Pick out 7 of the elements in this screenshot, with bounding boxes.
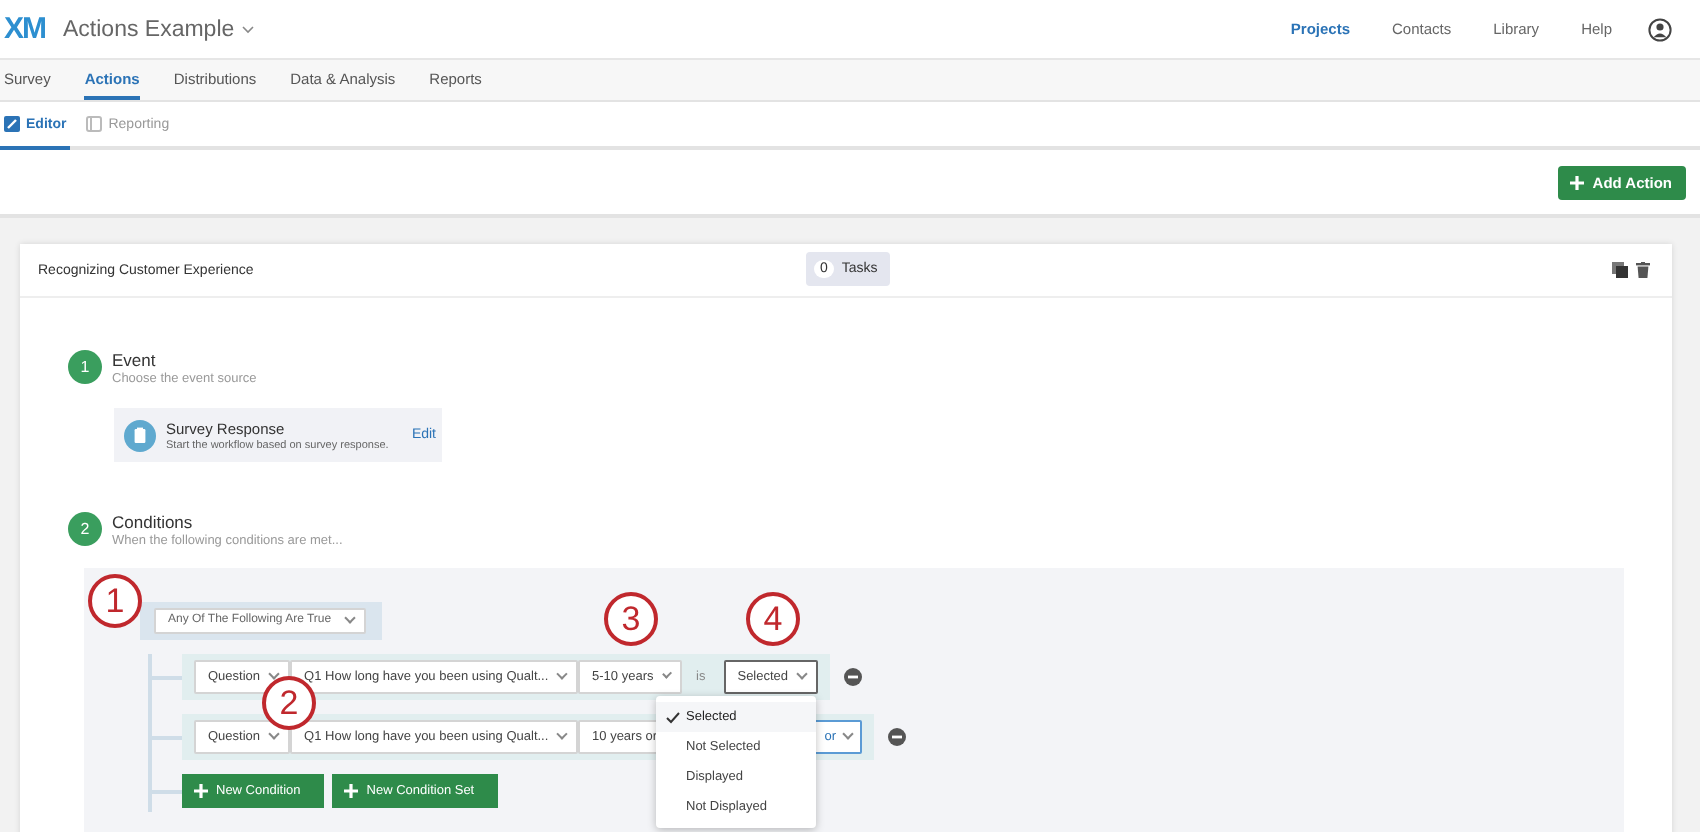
step-title: Conditions xyxy=(112,512,195,532)
step-number: 2 xyxy=(68,512,102,546)
annotation-marker: 4 xyxy=(746,592,800,646)
step-number: 1 xyxy=(68,350,102,384)
step-title: Event xyxy=(112,350,158,370)
annotation-marker: 1 xyxy=(88,574,142,628)
annotation-marker: 3 xyxy=(604,592,658,646)
